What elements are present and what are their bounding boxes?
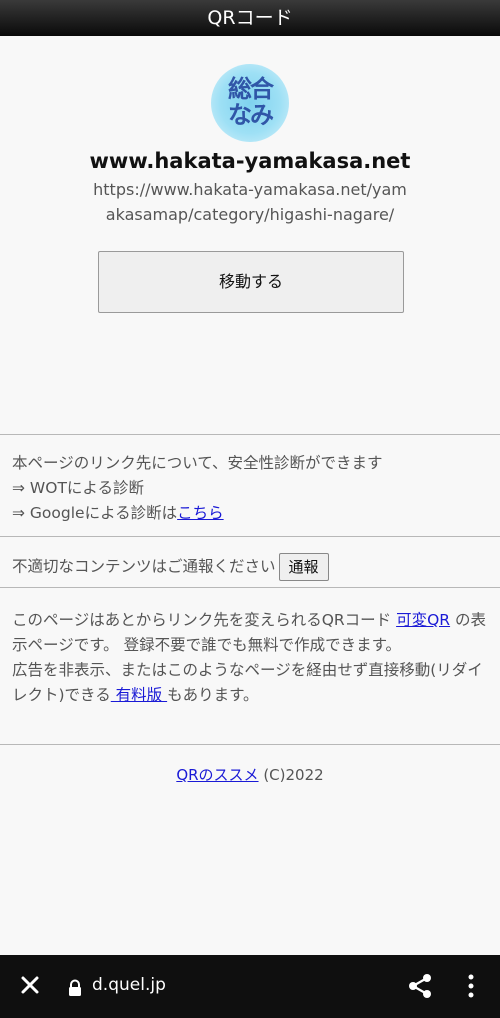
safety-google-text: ⇒ Googleによる診断は bbox=[12, 504, 178, 522]
site-logo: 総合 なみ bbox=[211, 64, 289, 142]
report-button[interactable]: 通報 bbox=[278, 553, 329, 581]
qr-susume-link[interactable]: QRのススメ bbox=[176, 766, 258, 784]
safety-line-1: 本ページのリンク先について、安全性診断ができます bbox=[12, 454, 383, 472]
report-section: 不適切なコンテンツはご通報ください 通報 bbox=[0, 536, 500, 587]
close-icon[interactable] bbox=[18, 973, 42, 997]
safety-section: 本ページのリンク先について、安全性診断ができます ⇒ WOTによる診断 ⇒ Go… bbox=[0, 434, 500, 536]
variable-qr-link[interactable]: 可変QR bbox=[396, 611, 450, 629]
info-text-4: もあります。 bbox=[167, 686, 259, 704]
site-title: www.hakata-yamakasa.net bbox=[89, 149, 411, 173]
info-paragraph-1: このページはあとからリンク先を変えられるQRコード 可変QR の表示ページです。… bbox=[12, 608, 488, 658]
paid-version-link[interactable]: 有料版 bbox=[111, 686, 167, 704]
browser-bottom-bar: d.quel.jp bbox=[0, 955, 500, 1018]
copyright: (C)2022 bbox=[258, 766, 324, 784]
google-check-link[interactable]: こちら bbox=[177, 504, 224, 522]
more-options-icon[interactable] bbox=[461, 973, 481, 999]
info-text-1: このページはあとからリンク先を変えられるQRコード bbox=[12, 611, 397, 629]
safety-line-wot[interactable]: ⇒ WOTによる診断 bbox=[12, 476, 488, 501]
logo-glyph: 総合 なみ bbox=[228, 74, 274, 129]
lock-icon bbox=[69, 979, 81, 996]
share-icon[interactable] bbox=[407, 973, 433, 999]
info-section: このページはあとからリンク先を変えられるQRコード 可変QR の表示ページです。… bbox=[0, 587, 500, 745]
go-button[interactable]: 移動する bbox=[98, 251, 404, 313]
footer: QRのススメ (C)2022 bbox=[0, 764, 500, 785]
site-url: https://www.hakata-yamakasa.net/yamakasa… bbox=[93, 180, 407, 224]
browser-domain[interactable]: d.quel.jp bbox=[92, 975, 166, 995]
info-paragraph-2: 広告を非表示、またはこのようなページを経由せず直接移動(リダイレクト)できる 有… bbox=[12, 658, 488, 708]
page-title: QRコード bbox=[207, 7, 293, 29]
page-header: QRコード bbox=[0, 0, 500, 36]
safety-line-google: ⇒ Googleによる診断はこちら bbox=[12, 501, 488, 526]
report-text: 不適切なコンテンツはご通報ください bbox=[12, 557, 276, 576]
